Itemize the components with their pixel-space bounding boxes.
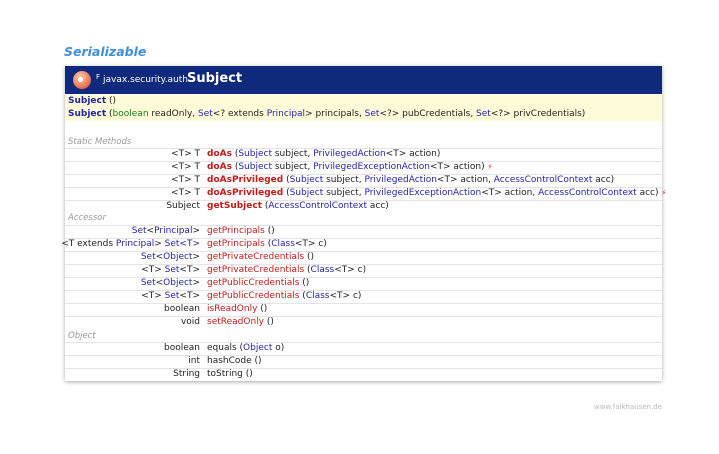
section-label-accessor: Accessor xyxy=(68,213,106,223)
section-label-object: Object xyxy=(68,331,96,341)
package-name: javax.security.auth. xyxy=(103,75,191,85)
method-row: <T extends Principal> Set<T> getPrincipa… xyxy=(61,239,327,249)
class-icon xyxy=(73,71,91,89)
method-row: Subject getSubject (AccessControlContext… xyxy=(166,201,389,211)
throws-icon: ⚡ xyxy=(661,189,667,197)
method-row: <T> T doAsPrivileged (Subject subject, P… xyxy=(171,175,615,185)
method-row: <T> Set<T> getPrivateCredentials (Class<… xyxy=(141,265,367,275)
method-row: Set<Object> getPrivateCredentials () xyxy=(140,252,315,262)
method-row: boolean equals (Object o) xyxy=(164,343,285,353)
section-label-static: Static Methods xyxy=(68,137,132,147)
method-row: <T> T doAs (Subject subject, PrivilegedE… xyxy=(171,162,493,172)
method-row: boolean isReadOnly () xyxy=(164,304,268,314)
class-name: Subject xyxy=(187,71,243,86)
throws-icon: ⚡ xyxy=(487,163,493,171)
method-row: <T> Set<T> getPublicCredentials (Class<T… xyxy=(141,291,362,301)
method-row: int hashCode () xyxy=(188,356,262,366)
method-row: <T> T doAs (Subject subject, PrivilegedA… xyxy=(171,149,441,159)
method-row: void setReadOnly () xyxy=(180,317,274,327)
class-card: F javax.security.auth. Subject Subject (… xyxy=(61,66,667,381)
final-modifier: F xyxy=(96,73,101,81)
footer-credit: www.falkhausen.de xyxy=(594,403,663,411)
method-row: Set<Object> getPublicCredentials () xyxy=(140,278,310,288)
method-row: <T> T doAsPrivileged (Subject subject, P… xyxy=(171,188,667,198)
constructor-row: Subject (boolean readOnly, Set<? extends… xyxy=(65,108,662,121)
method-row: String toString () xyxy=(173,369,253,379)
method-row: Set<Principal> getPrincipals () xyxy=(131,226,275,236)
interface-label: Serializable xyxy=(64,44,147,59)
class-header: F javax.security.auth. Subject xyxy=(65,66,662,94)
constructor-row: Subject () xyxy=(65,95,662,108)
